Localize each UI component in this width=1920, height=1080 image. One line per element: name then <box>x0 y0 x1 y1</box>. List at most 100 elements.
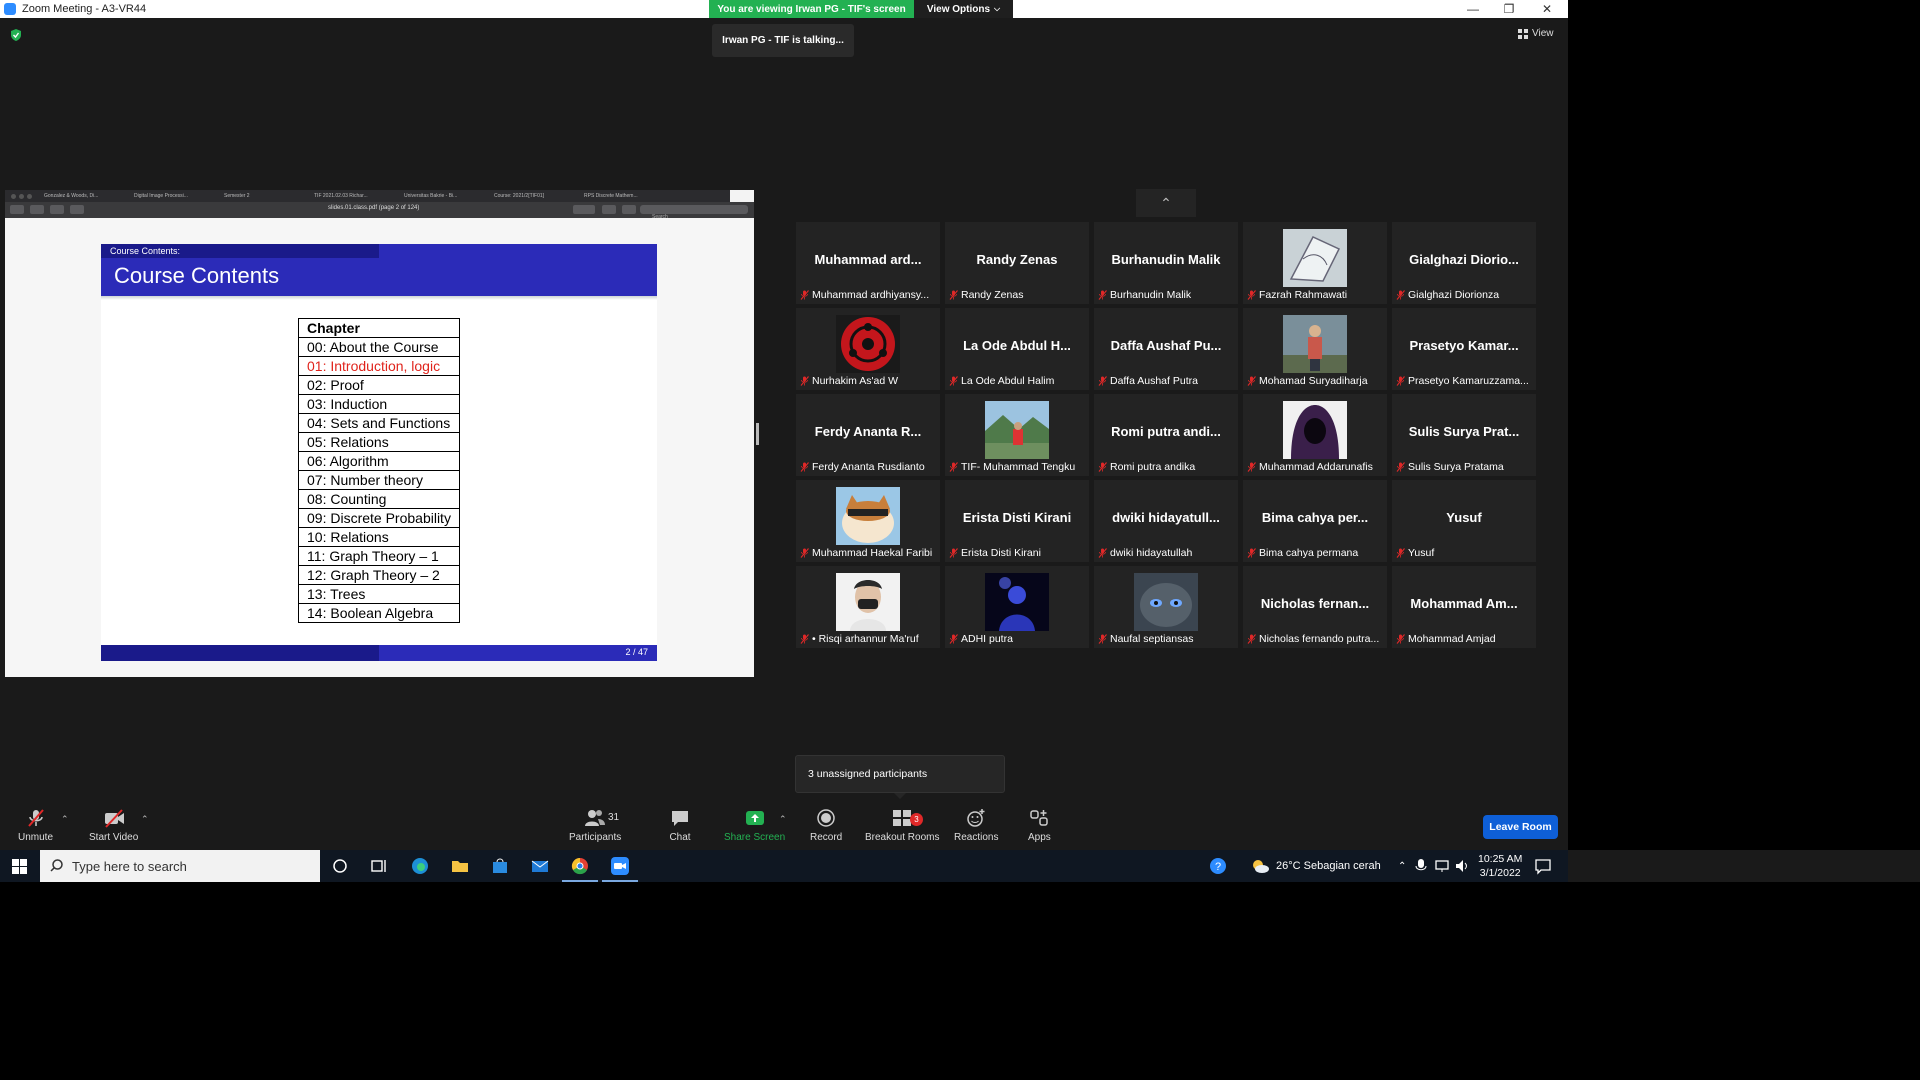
record-button[interactable]: Record <box>810 808 842 843</box>
participant-tile[interactable]: Fazrah Rahmawati <box>1243 222 1387 304</box>
mic-muted-icon <box>1247 290 1256 300</box>
minimize-icon[interactable]: — <box>1455 0 1491 18</box>
tray-expand-icon[interactable]: ⌃ <box>1398 850 1406 882</box>
chapter-row: 04: Sets and Functions <box>298 413 460 433</box>
participant-tile[interactable]: Muhammad Haekal Faribi <box>796 480 940 562</box>
participant-tile[interactable]: Daffa Aushaf Pu... Daffa Aushaf Putra <box>1094 308 1238 390</box>
video-options-caret[interactable]: ⌃ <box>141 814 149 825</box>
sidebar-toggle-icon[interactable] <box>10 205 24 214</box>
store-icon[interactable] <box>490 856 510 876</box>
reactions-label: Reactions <box>954 832 999 843</box>
participant-tile[interactable]: Naufal septiansas <box>1094 566 1238 648</box>
markup-icon[interactable] <box>573 205 595 214</box>
browser-tab[interactable]: Universitas Bakrie - Bi... <box>398 193 488 199</box>
lock-icon[interactable] <box>602 205 616 214</box>
taskbar-clock[interactable]: 10:25 AM 3/1/2022 <box>1478 852 1522 880</box>
participant-tile[interactable]: Romi putra andi... Romi putra andika <box>1094 394 1238 476</box>
participant-tile[interactable]: Muhammad Addarunafis <box>1243 394 1387 476</box>
audio-options-caret[interactable]: ⌃ <box>61 814 69 825</box>
edge-icon[interactable] <box>410 856 430 876</box>
share-options-caret[interactable]: ⌃ <box>779 814 787 825</box>
participant-tile[interactable]: Ferdy Ananta R... Ferdy Ananta Rusdianto <box>796 394 940 476</box>
close-icon[interactable]: ✕ <box>1529 0 1565 18</box>
search-icon <box>50 859 63 872</box>
chrome-icon[interactable] <box>570 856 590 876</box>
chapter-row: 08: Counting <box>298 489 460 509</box>
participant-name: • Risqi arhannur Ma'ruf <box>812 633 919 645</box>
restore-icon[interactable]: ❐ <box>1491 0 1527 18</box>
task-view-icon[interactable] <box>369 856 389 876</box>
browser-tab[interactable]: RPS Discrete Mathem... <box>578 193 668 199</box>
view-options-button[interactable]: View Options ⌵ <box>914 0 1013 18</box>
network-icon[interactable] <box>1434 856 1450 876</box>
gallery-scroll-up-button[interactable]: ⌃ <box>1136 189 1196 217</box>
mic-muted-icon <box>1098 634 1107 644</box>
participant-tile[interactable]: ADHI putra <box>945 566 1089 648</box>
participant-tile[interactable]: Prasetyo Kamar... Prasetyo Kamaruzzama... <box>1392 308 1536 390</box>
participant-name-label: dwiki hidayatullah <box>1098 547 1238 559</box>
participant-photo <box>1283 315 1347 373</box>
participant-tile[interactable]: Muhammad ard... Muhammad ardhiyansy... <box>796 222 940 304</box>
mic-muted-icon <box>1247 462 1256 472</box>
browser-tab[interactable]: Course: 2021/2[TIF01] <box>488 193 578 199</box>
participant-tile[interactable]: • Risqi arhannur Ma'ruf <box>796 566 940 648</box>
participant-tile[interactable]: Randy Zenas Randy Zenas <box>945 222 1089 304</box>
unmute-button[interactable]: Unmute <box>18 808 53 843</box>
participant-tile[interactable]: TIF- Muhammad Tengku <box>945 394 1089 476</box>
weather-widget[interactable]: 26°C Sebagian cerah <box>1250 850 1381 882</box>
participant-tile[interactable]: dwiki hidayatull... dwiki hidayatullah <box>1094 480 1238 562</box>
leave-room-button[interactable]: Leave Room <box>1483 815 1558 839</box>
chapter-row: 06: Algorithm <box>298 451 460 471</box>
svg-text:?: ? <box>1215 861 1221 873</box>
participant-tile[interactable]: Nurhakim As'ad W <box>796 308 940 390</box>
participant-tile[interactable]: Burhanudin Malik Burhanudin Malik <box>1094 222 1238 304</box>
participant-tile[interactable]: Mohammad Am... Mohammad Amjad <box>1392 566 1536 648</box>
chat-button[interactable]: Chat <box>669 808 691 843</box>
zoom-taskbar-icon[interactable] <box>610 856 630 876</box>
pdf-page-area[interactable]: Course Contents: Course Contents Chapter… <box>5 218 754 677</box>
mic-muted-icon <box>1247 376 1256 386</box>
participant-name-label: Burhanudin Malik <box>1098 289 1238 301</box>
cortana-icon[interactable] <box>330 856 350 876</box>
windows-start-icon[interactable] <box>12 859 27 874</box>
browser-tab[interactable]: Digital Image Processi... <box>128 193 218 199</box>
help-icon[interactable]: ? <box>1208 856 1228 876</box>
shield-icon[interactable] <box>9 28 23 42</box>
apps-button[interactable]: Apps <box>1028 808 1051 843</box>
file-explorer-icon[interactable] <box>450 856 470 876</box>
breakout-rooms-button[interactable]: Breakout Rooms <box>865 808 939 843</box>
browser-tab[interactable]: Semester 2 <box>218 193 308 199</box>
participant-tile[interactable]: Yusuf Yusuf <box>1392 480 1536 562</box>
tray-mic-icon[interactable] <box>1414 856 1428 876</box>
participant-tile[interactable]: Nicholas fernan... Nicholas fernando putr… <box>1243 566 1387 648</box>
participant-tile[interactable]: Bima cahya per... Bima cahya permana <box>1243 480 1387 562</box>
participant-name: Mohammad Amjad <box>1408 633 1496 645</box>
volume-icon[interactable] <box>1454 856 1470 876</box>
chapter-cell: 01: Introduction, logic <box>298 356 460 376</box>
zoom-in-icon[interactable] <box>50 205 64 214</box>
unmute-label: Unmute <box>18 832 54 843</box>
start-video-button[interactable]: Start Video <box>89 808 138 843</box>
browser-tab[interactable]: TIF 2021.02.03 Richar... <box>308 193 398 199</box>
participant-tile[interactable]: Sulis Surya Prat... Sulis Surya Pratama <box>1392 394 1536 476</box>
browser-tab[interactable]: Gonzalez & Woods, Di... <box>38 193 128 199</box>
highlight-icon[interactable] <box>622 205 636 214</box>
view-button[interactable]: View <box>1518 28 1554 39</box>
split-handle[interactable] <box>756 423 759 445</box>
participant-tile[interactable]: Mohamad Suryadiharja <box>1243 308 1387 390</box>
pdf-search-input[interactable]: Search <box>640 205 748 220</box>
reactions-button[interactable]: Reactions <box>954 808 998 843</box>
zoom-out-icon[interactable] <box>30 205 44 214</box>
apps-icon <box>1030 810 1049 826</box>
talking-indicator: Irwan PG - TIF is talking... <box>712 24 854 57</box>
share-icon[interactable] <box>70 205 84 214</box>
taskbar-search-input[interactable]: Type here to search <box>40 850 320 882</box>
participant-tile[interactable]: Erista Disti Kirani Erista Disti Kirani <box>945 480 1089 562</box>
share-screen-button[interactable]: Share Screen <box>724 808 785 843</box>
notification-icon[interactable] <box>1533 856 1553 876</box>
weather-text: 26°C Sebagian cerah <box>1276 860 1381 872</box>
participant-tile[interactable]: La Ode Abdul H... La Ode Abdul Halim <box>945 308 1089 390</box>
mail-icon[interactable] <box>530 856 550 876</box>
shared-screen[interactable]: Gonzalez & Woods, Di... Digital Image Pro… <box>5 190 754 677</box>
participant-tile[interactable]: Gialghazi Diorio... Gialghazi Diorionza <box>1392 222 1536 304</box>
